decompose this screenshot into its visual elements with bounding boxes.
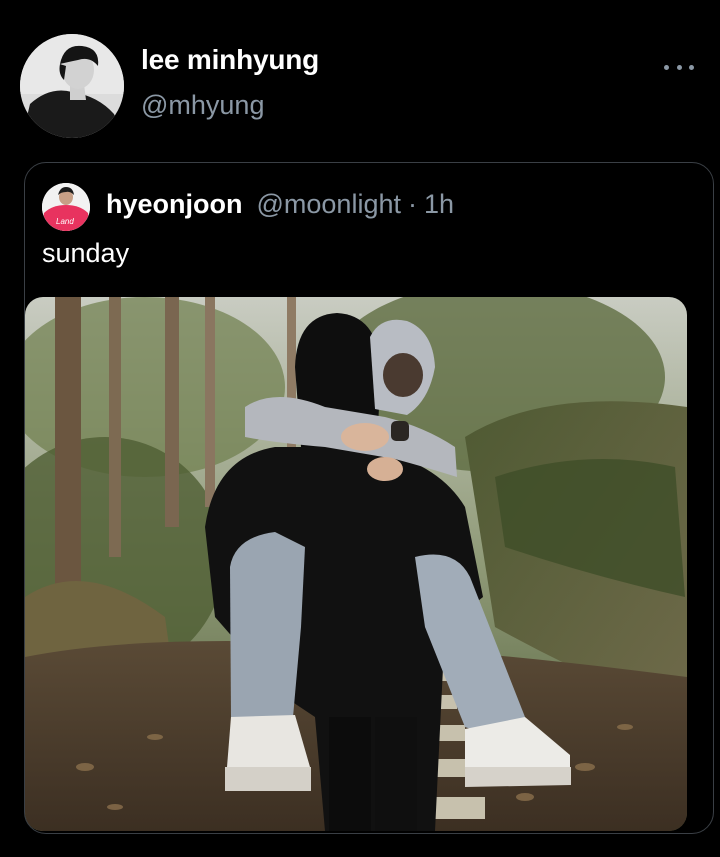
- author-handle[interactable]: @mhyung: [141, 90, 264, 121]
- quoted-author-handle[interactable]: @moonlight: [257, 189, 401, 220]
- more-horizontal-icon: [664, 64, 669, 70]
- tweet: lee minhyung @mhyung Land hyeonjoon @moo…: [0, 0, 720, 857]
- quoted-tweet-card[interactable]: Land hyeonjoon @moonlight · 1h sunday: [24, 162, 714, 834]
- author-name[interactable]: lee minhyung: [141, 44, 319, 76]
- author-avatar[interactable]: [20, 34, 124, 138]
- jersey-logo: Land: [56, 217, 74, 226]
- quoted-author-avatar[interactable]: Land: [42, 183, 90, 231]
- quoted-tweet-photo[interactable]: [25, 297, 687, 831]
- more-options-button[interactable]: [664, 54, 694, 80]
- more-horizontal-icon: [676, 64, 682, 70]
- more-horizontal-icon: [689, 64, 694, 70]
- quoted-timestamp[interactable]: 1h: [424, 189, 454, 220]
- photo-image: [25, 297, 687, 831]
- quoted-author-name[interactable]: hyeonjoon: [106, 189, 243, 220]
- quoted-header: hyeonjoon @moonlight · 1h: [106, 189, 454, 220]
- quoted-tweet-text: sunday: [42, 238, 130, 268]
- separator-dot: ·: [407, 189, 417, 219]
